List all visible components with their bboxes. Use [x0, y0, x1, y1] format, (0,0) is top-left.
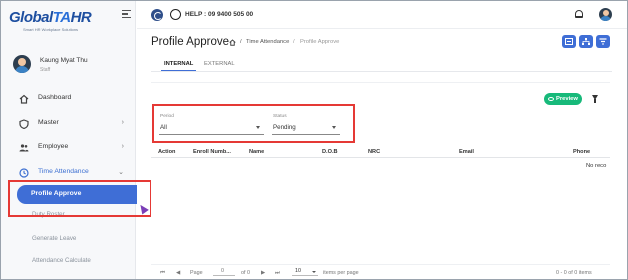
logo-tagline: Smart HR Workplace Solutions: [23, 27, 79, 32]
column-header-nrc[interactable]: NRC: [368, 149, 380, 155]
page-number-input[interactable]: 0: [213, 268, 235, 276]
app-logo[interactable]: GlobalTAHR Smart HR Workplace Solutions: [9, 7, 109, 33]
status-select[interactable]: [272, 134, 340, 135]
user-role: Staff: [40, 67, 51, 73]
status-select-value[interactable]: Pending: [273, 124, 296, 131]
tab-external[interactable]: EXTERNAL: [204, 61, 235, 67]
period-select-value[interactable]: All: [160, 124, 167, 131]
status-label: Status: [273, 114, 287, 119]
sidebar-subitem-attendance-calculate[interactable]: Attendance Calculate: [32, 257, 91, 264]
column-header-action[interactable]: Action: [158, 149, 175, 155]
last-page-icon[interactable]: ⏭: [275, 270, 280, 277]
period-select[interactable]: [159, 134, 264, 135]
phone-icon: [170, 9, 181, 20]
breadcrumb-profile-approve: Profile Approve: [300, 39, 340, 45]
topbar: HELP : 09 9400 505 00: [137, 1, 627, 29]
tab-internal[interactable]: INTERNAL: [164, 61, 193, 67]
chevron-down-icon[interactable]: [332, 126, 336, 129]
prev-page-icon[interactable]: ◀: [176, 270, 180, 276]
help-line: HELP : 09 9400 505 00: [185, 11, 254, 18]
export-button[interactable]: [562, 35, 576, 48]
logo-text: GlobalTAHR: [9, 9, 92, 26]
user-profile[interactable]: Kaung Myat Thu Staff: [13, 55, 131, 77]
column-header-dob[interactable]: D.O.B: [322, 149, 338, 155]
sidebar-item-label: Employee: [38, 143, 69, 150]
tab-divider: [151, 71, 612, 72]
filter-list-icon: [599, 38, 607, 45]
column-header-name[interactable]: Name: [249, 149, 264, 155]
sidebar-item-label: Master: [38, 119, 59, 126]
clock-icon: [19, 168, 29, 178]
page-size-select[interactable]: 10: [292, 268, 318, 276]
avatar[interactable]: [599, 8, 612, 21]
filter-icon[interactable]: [592, 95, 598, 103]
pagination-bar: ⏮ ◀ Page 0 of 0 ▶ ⏭ 10 items per page 0 …: [151, 264, 610, 278]
sidebar-item-employee[interactable]: Employee ›: [1, 138, 136, 158]
column-header-enroll-number[interactable]: Enroll Numb...: [193, 149, 231, 155]
sidebar-item-label: Dashboard: [38, 94, 72, 101]
sidebar-item-master[interactable]: Master ›: [1, 114, 136, 134]
sidebar-subitem-generate-leave[interactable]: Generate Leave: [32, 235, 76, 242]
table-header-divider: [151, 157, 610, 158]
menu-toggle-icon[interactable]: [122, 10, 131, 18]
highlight-box-sidebar: [8, 180, 152, 217]
hierarchy-icon: [582, 38, 590, 45]
eye-icon: [548, 96, 554, 101]
sidebar-item-dashboard[interactable]: Dashboard: [1, 89, 136, 109]
period-label: Period: [160, 114, 174, 119]
document-icon: [565, 38, 573, 45]
sidebar-item-label: Time Attendance: [38, 168, 89, 175]
first-page-icon[interactable]: ⏮: [160, 270, 165, 277]
next-page-icon[interactable]: ▶: [261, 270, 265, 276]
chevron-right-icon: ›: [121, 143, 124, 150]
company-logo-icon: [151, 9, 163, 21]
item-range: 0 - 0 of 0 items: [556, 270, 592, 276]
column-header-phone[interactable]: Phone: [573, 149, 590, 155]
breadcrumb-separator: /: [293, 39, 295, 45]
home-icon: [19, 94, 29, 104]
empty-table-message: No reco: [586, 163, 607, 169]
page-number-value: 0: [221, 268, 224, 274]
page-count: of 0: [241, 270, 250, 276]
preview-label: Preview: [556, 95, 578, 102]
notification-bell-icon[interactable]: [575, 10, 583, 19]
people-icon: [19, 144, 29, 152]
avatar: [13, 55, 31, 73]
chevron-down-icon: ⌄: [118, 169, 124, 176]
filter-list-button[interactable]: [596, 35, 610, 48]
sidebar: GlobalTAHR Smart HR Workplace Solutions …: [1, 1, 136, 279]
home-icon[interactable]: [229, 39, 236, 46]
shield-icon: [19, 119, 29, 129]
chevron-down-icon[interactable]: [256, 126, 260, 129]
highlight-box-filters: [152, 104, 355, 143]
chevron-right-icon: ›: [121, 119, 124, 126]
page-title: Profile Approve: [151, 36, 229, 48]
page-size-value: 10: [295, 268, 301, 274]
chevron-down-icon: [312, 271, 316, 273]
breadcrumb-separator: /: [240, 39, 242, 45]
hierarchy-button[interactable]: [579, 35, 593, 48]
column-header-email[interactable]: Email: [459, 149, 474, 155]
page-label: Page: [190, 270, 203, 276]
page-size-label: items per page: [323, 270, 359, 276]
breadcrumb-time-attendance[interactable]: Time Attendance: [246, 39, 289, 45]
preview-button[interactable]: Preview: [544, 93, 582, 105]
user-name: Kaung Myat Thu: [40, 57, 88, 64]
